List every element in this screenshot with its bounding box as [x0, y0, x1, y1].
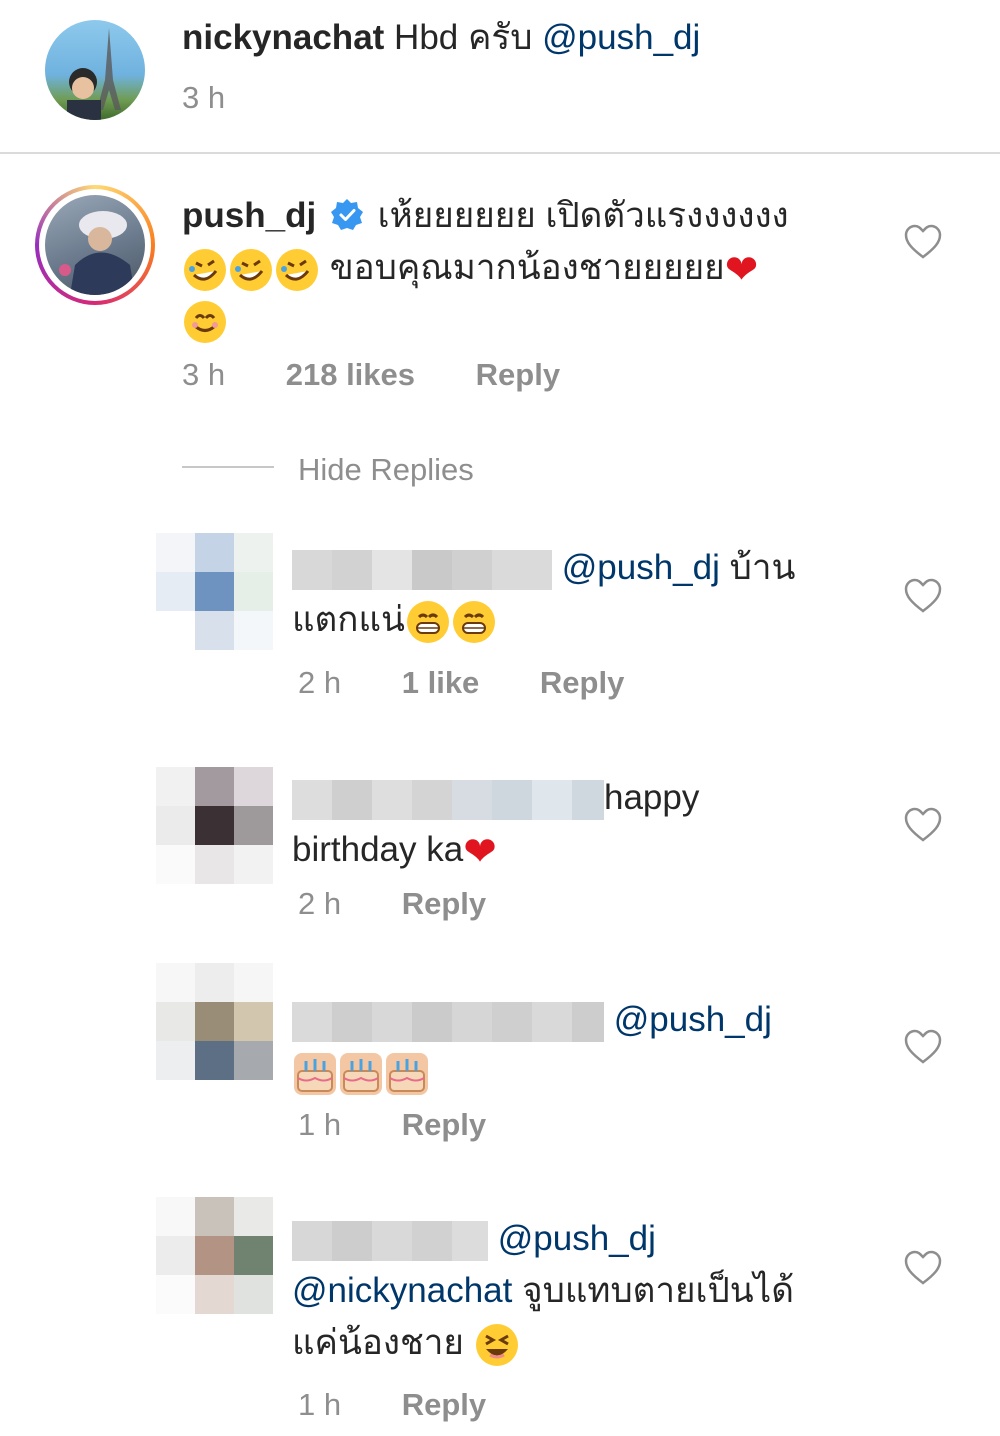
- grin-emoji-icon: [406, 600, 449, 643]
- story-ring[interactable]: [35, 185, 155, 305]
- reply-time: 2 h: [298, 886, 342, 921]
- comment-time: 3 h: [182, 80, 226, 115]
- reply-meta-3: 1 h Reply: [298, 1107, 486, 1143]
- mention-link[interactable]: @push_dj: [614, 1000, 772, 1039]
- likes-count[interactable]: 1 like: [402, 665, 480, 700]
- mention-link[interactable]: @push_dj: [562, 548, 720, 587]
- reply-meta-2: 2 h Reply: [298, 886, 486, 922]
- reply-meta-4: 1 h Reply: [298, 1387, 486, 1423]
- like-heart-icon[interactable]: [903, 222, 943, 262]
- eiffel-photo: [67, 28, 121, 120]
- like-heart-icon[interactable]: [903, 576, 943, 616]
- mention-link[interactable]: @push_dj: [542, 18, 700, 57]
- reply-button[interactable]: Reply: [476, 357, 560, 392]
- reply-body: บ้าน: [729, 548, 796, 587]
- reply-time: 2 h: [298, 665, 342, 700]
- blurred-username[interactable]: [292, 1001, 604, 1042]
- divider: [0, 152, 1000, 154]
- avatar-pixelated[interactable]: [156, 767, 273, 884]
- username-nickynachat[interactable]: nickynachat: [182, 18, 384, 57]
- birthday-cake-emoji-icon: [294, 1052, 336, 1095]
- avatar-push-dj: [45, 195, 145, 295]
- reply-time: 1 h: [298, 1107, 342, 1142]
- avatar-pixelated[interactable]: [156, 1197, 273, 1314]
- reply-text-4: @push_dj @nickynachat จูบแทบตายเป็นได้ แ…: [292, 1213, 882, 1369]
- avatar-nickynachat[interactable]: [45, 20, 145, 120]
- reply-body: แตกแน่: [292, 600, 405, 639]
- likes-count[interactable]: 218 likes: [286, 357, 415, 392]
- birthday-cake-emoji-icon: [340, 1052, 382, 1095]
- like-heart-icon[interactable]: [903, 1027, 943, 1067]
- rofl-emoji-icon: [276, 248, 318, 291]
- comment-line1: เห้ยยยยยย เปิดตัวแรงงงงงง: [377, 196, 789, 235]
- reply-time: 1 h: [298, 1387, 342, 1422]
- blurred-username[interactable]: [292, 1220, 488, 1261]
- reply-meta-1: 2 h 1 like Reply: [298, 665, 624, 701]
- birthday-cake-emoji-icon: [386, 1052, 428, 1095]
- reply-text-2: happy birthday ka❤: [292, 772, 872, 876]
- comment-text-top: nickynachat Hbd ครับ @push_dj: [182, 12, 942, 64]
- cyclist-photo: [59, 211, 135, 295]
- mention-link[interactable]: @push_dj: [498, 1219, 656, 1258]
- comment-text-main: push_dj เห้ยยยยยย เปิดตัวแรงงงงงง ขอบคุณ…: [182, 190, 872, 346]
- username-push-dj[interactable]: push_dj: [182, 196, 316, 235]
- reply-body: happy: [604, 778, 700, 817]
- reply-button[interactable]: Reply: [402, 1387, 486, 1422]
- reply-button[interactable]: Reply: [402, 1107, 486, 1142]
- rofl-emoji-icon: [230, 248, 272, 291]
- comment-meta-main: 3 h 218 likes Reply: [182, 357, 560, 393]
- like-heart-icon[interactable]: [903, 1248, 943, 1288]
- mention-link[interactable]: @nickynachat: [292, 1271, 512, 1310]
- comment-body: Hbd ครับ: [394, 18, 533, 57]
- reply-body: จูบแทบตายเป็นได้: [522, 1271, 794, 1310]
- reply-body: birthday ka: [292, 830, 464, 869]
- comment-line2: ขอบคุณมากน้องชายยยยย: [329, 248, 725, 287]
- reply-text-1: @push_dj บ้าน แตกแน่: [292, 542, 872, 646]
- rofl-emoji-icon: [184, 248, 226, 291]
- hide-replies-line: [182, 466, 274, 468]
- like-heart-icon[interactable]: [903, 805, 943, 845]
- comment-time: 3 h: [182, 357, 226, 392]
- red-heart-emoji-icon: ❤: [463, 829, 497, 874]
- avatar-pixelated[interactable]: [156, 963, 273, 1080]
- hide-replies-button[interactable]: Hide Replies: [298, 452, 474, 488]
- avatar-pixelated[interactable]: [156, 533, 273, 650]
- grin-emoji-icon: [452, 600, 495, 643]
- verified-badge-icon: [330, 199, 363, 230]
- reply-button[interactable]: Reply: [540, 665, 624, 700]
- laughing-emoji-icon: [475, 1323, 518, 1366]
- blurred-username[interactable]: [292, 549, 552, 590]
- reply-text-3: @push_dj: [292, 994, 872, 1098]
- blurred-username[interactable]: [292, 779, 604, 820]
- red-heart-emoji-icon: ❤: [724, 247, 759, 292]
- reply-button[interactable]: Reply: [402, 886, 486, 921]
- smile-emoji-icon: [184, 300, 226, 343]
- reply-body: แค่น้องชาย: [292, 1323, 464, 1362]
